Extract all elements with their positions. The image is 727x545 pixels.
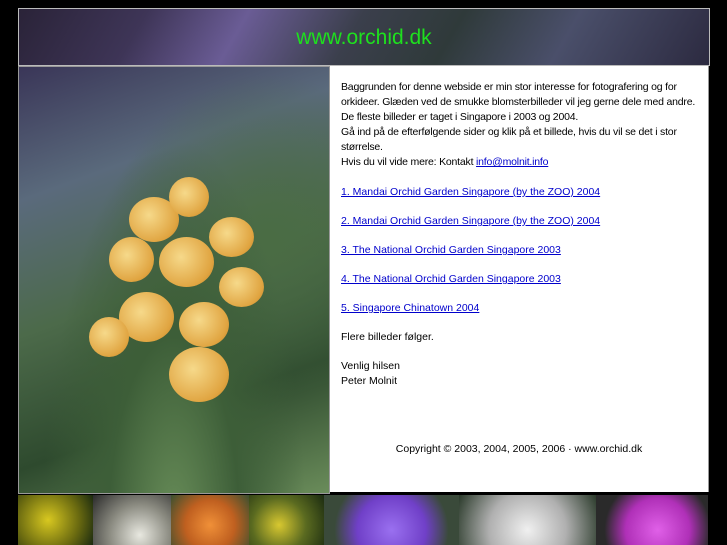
orchid-photo xyxy=(18,66,330,494)
signature: Peter Molnit xyxy=(341,375,398,387)
gallery-link-5[interactable]: 5. Singapore Chinatown 2004 xyxy=(341,302,479,314)
intro-paragraph: Baggrunden for denne webside er min stor… xyxy=(341,81,696,108)
content-panel: Baggrunden for denne webside er min stor… xyxy=(330,66,709,492)
thumbnail[interactable] xyxy=(324,495,459,545)
thumbnail[interactable] xyxy=(18,495,93,545)
intro-text: Baggrunden for denne webside er min stor… xyxy=(341,80,701,170)
gallery-link-3[interactable]: 3. The National Orchid Garden Singapore … xyxy=(341,244,561,256)
thumbnail-strip xyxy=(18,495,708,545)
intro-paragraph: Gå ind på de efterfølgende sider og klik… xyxy=(341,126,677,153)
gallery-link-1[interactable]: 1. Mandai Orchid Garden Singapore (by th… xyxy=(341,186,600,198)
thumbnail[interactable] xyxy=(459,495,596,545)
contact-line: Hvis du vil vide mere: Kontakt info@moln… xyxy=(341,155,701,170)
copyright: Copyright © 2003, 2004, 2005, 2006 · www… xyxy=(395,443,643,455)
thumbnail[interactable] xyxy=(596,495,708,545)
contact-label: Hvis du vil vide mere: Kontakt xyxy=(341,156,477,168)
site-header: www.orchid.dk xyxy=(18,8,710,66)
contact-email-link[interactable]: info@molnit.info xyxy=(476,156,548,168)
thumbnail[interactable] xyxy=(93,495,171,545)
greeting: Venlig hilsen xyxy=(341,360,400,372)
gallery-link-2[interactable]: 2. Mandai Orchid Garden Singapore (by th… xyxy=(341,215,600,227)
thumbnail[interactable] xyxy=(249,495,324,545)
gallery-link-4[interactable]: 4. The National Orchid Garden Singapore … xyxy=(341,273,561,285)
site-title: www.orchid.dk xyxy=(296,26,432,49)
intro-paragraph: De fleste billeder er taget i Singapore … xyxy=(341,111,579,123)
thumbnail[interactable] xyxy=(171,495,249,545)
more-text: Flere billeder følger. xyxy=(341,331,434,343)
